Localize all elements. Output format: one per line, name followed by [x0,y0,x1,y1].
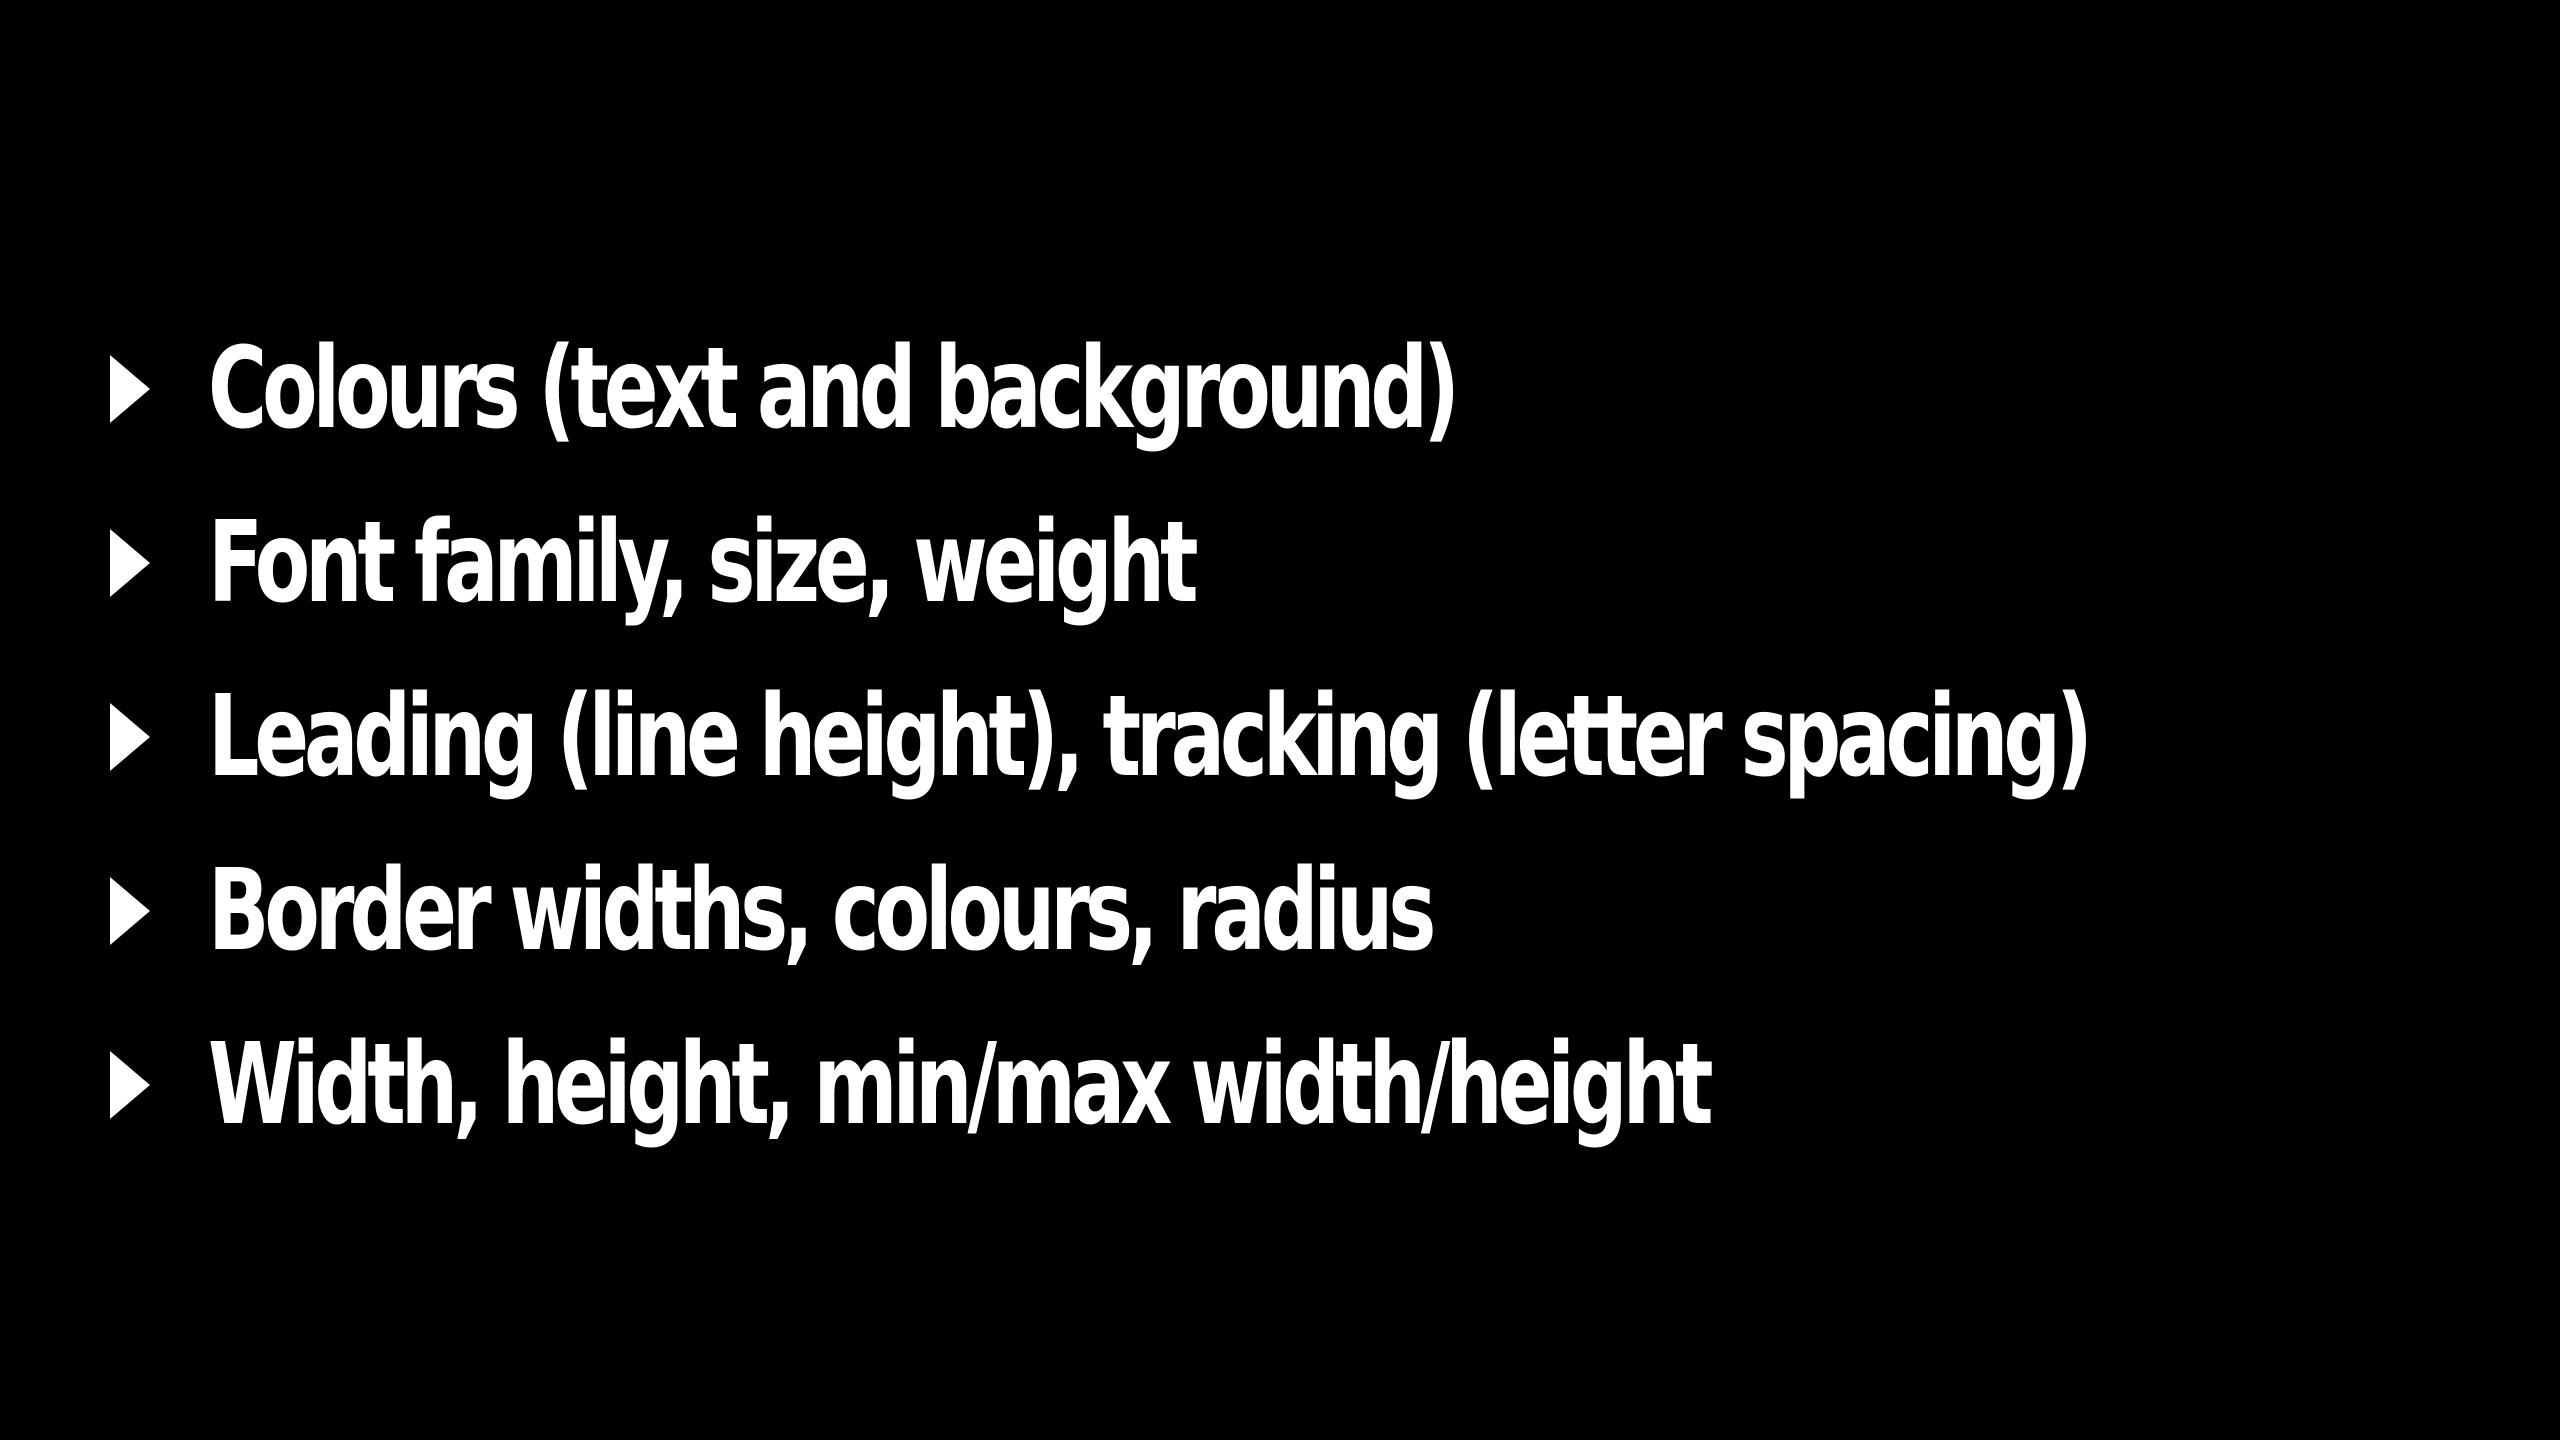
bullet-text: Border widths, colours, radius [208,846,1436,976]
triangle-right-icon [110,703,150,771]
triangle-right-icon [110,1051,150,1119]
triangle-right-icon [110,877,150,945]
bullet-text: Font family, size, weight [208,498,1199,628]
bullet-list: Colours (text and background) Font famil… [110,302,2560,1172]
list-item: Border widths, colours, radius [110,824,2560,998]
triangle-right-icon [110,355,150,423]
bullet-text: Leading (line height), tracking (letter … [208,672,2093,802]
list-item: Font family, size, weight [110,476,2560,650]
bullet-text: Width, height, min/max width/height [208,1020,1714,1150]
triangle-right-icon [110,529,150,597]
list-item: Leading (line height), tracking (letter … [110,650,2560,824]
bullet-text: Colours (text and background) [208,324,1460,454]
list-item: Colours (text and background) [110,302,2560,476]
list-item: Width, height, min/max width/height [110,998,2560,1172]
slide: Colours (text and background) Font famil… [0,0,2560,1440]
